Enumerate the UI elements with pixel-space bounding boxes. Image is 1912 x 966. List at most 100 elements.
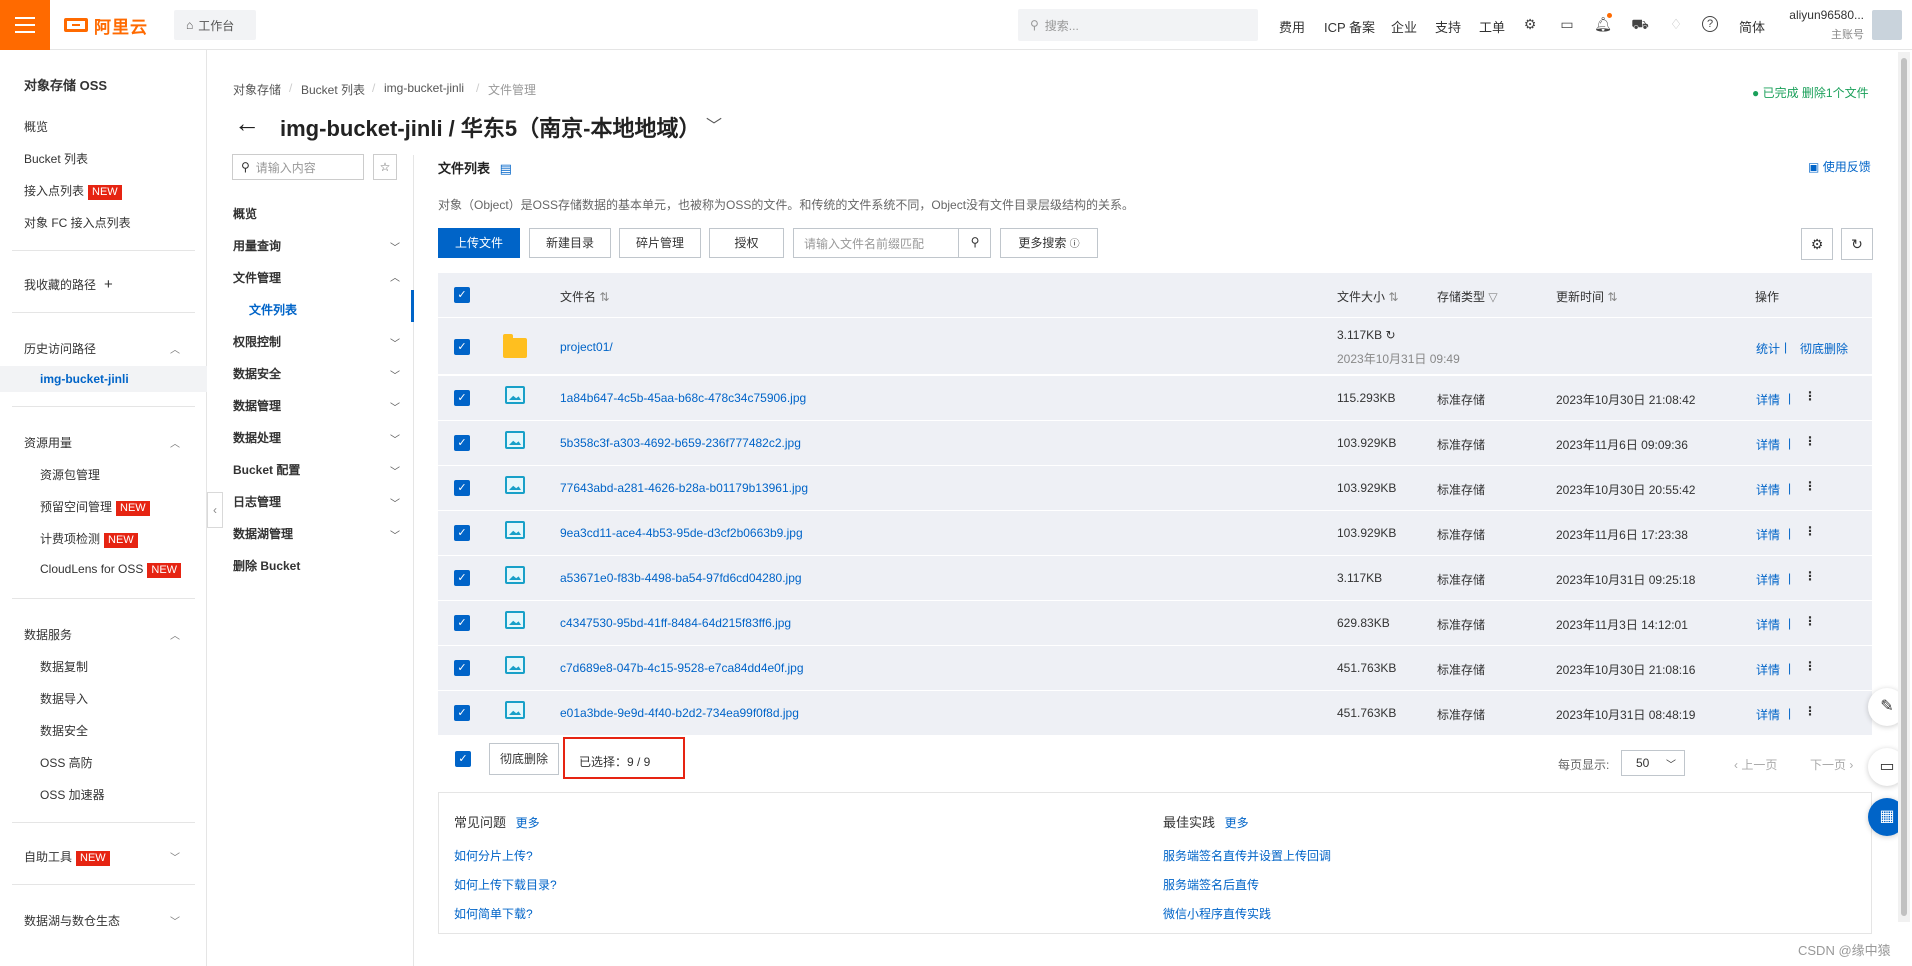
nav-ticket[interactable]: 工单 — [1479, 17, 1505, 36]
scrollbar-thumb[interactable] — [1901, 58, 1907, 916]
lightbulb-icon[interactable]: ♢ — [1667, 15, 1685, 33]
plus-icon[interactable]: + — [104, 276, 113, 293]
details-link[interactable]: 详情 — [1756, 481, 1780, 498]
permanent-delete-link[interactable]: 彻底删除 — [1800, 340, 1848, 357]
chevron-down-icon[interactable]: ﹀ — [390, 431, 400, 446]
sidebar-section-data-services[interactable]: 数据服务 — [24, 626, 72, 643]
help-icon[interactable]: ? — [1702, 16, 1718, 32]
scrollbar[interactable] — [1898, 52, 1910, 922]
chevron-down-icon[interactable]: ﹀ — [170, 849, 180, 864]
faq-link[interactable]: 如何简单下载? — [454, 905, 533, 922]
chevron-down-icon[interactable]: ﹀ — [390, 463, 400, 478]
chevron-up-icon[interactable]: ︿ — [170, 341, 180, 356]
avatar[interactable] — [1872, 10, 1902, 40]
sidebar-item-billing-check[interactable]: 计费项检测 NEW — [40, 530, 138, 548]
header-storage[interactable]: 存储类型 ▽ — [1437, 288, 1498, 305]
cloud-shell-icon[interactable]: ⚙ — [1521, 15, 1539, 33]
file-name[interactable]: e01a3bde-9e9d-4f40-b2d2-734ea99f0f8d.jpg — [560, 706, 799, 720]
subnav-file-mgmt[interactable]: 文件管理 — [233, 269, 281, 286]
sidebar-item-fc-access-points[interactable]: 对象 FC 接入点列表 — [24, 214, 131, 231]
row-checkbox[interactable]: ✓ — [454, 615, 470, 631]
file-name[interactable]: 5b358c3f-a303-4692-b659-236f777482c2.jpg — [560, 436, 801, 450]
more-icon[interactable]: ⋮ — [1804, 479, 1816, 493]
table-row[interactable]: ✓ 5b358c3f-a303-4692-b659-236f777482c2.jp… — [438, 421, 1872, 466]
history-item-img-bucket[interactable]: img-bucket-jinli — [40, 372, 129, 386]
subnav-data-security[interactable]: 数据安全 — [233, 365, 281, 382]
faq-link[interactable]: 如何上传下载目录? — [454, 876, 557, 893]
file-name[interactable]: 9ea3cd11-ace4-4b53-95de-d3cf2b0663b9.jpg — [560, 526, 803, 540]
file-name[interactable]: a53671e0-f83b-4498-ba54-97fd6cd04280.jpg — [560, 571, 802, 585]
subnav-data-processing[interactable]: 数据处理 — [233, 429, 281, 446]
details-link[interactable]: 详情 — [1756, 706, 1780, 723]
best-practice-link[interactable]: 微信小程序直传实践 — [1163, 905, 1271, 922]
sidebar-section-history[interactable]: 历史访问路径 — [24, 340, 96, 357]
sidebar-item-access-points[interactable]: 接入点列表 NEW — [24, 182, 122, 200]
breadcrumb-bucket[interactable]: img-bucket-jinli — [384, 81, 464, 95]
details-link[interactable]: 详情 — [1756, 436, 1780, 453]
row-checkbox[interactable]: ✓ — [454, 570, 470, 586]
file-name[interactable]: c4347530-95bd-41ff-8484-64d215f83ff6.jpg — [560, 616, 791, 630]
subnav-permissions[interactable]: 权限控制 — [233, 333, 281, 350]
subnav-search-input[interactable]: ⚲ 请输入内容 — [232, 154, 364, 180]
sidebar-item-bucket-list[interactable]: Bucket 列表 — [24, 150, 88, 167]
stats-link[interactable]: 统计 — [1756, 340, 1780, 357]
user-menu[interactable]: aliyun96580... 主账号 — [1784, 8, 1864, 42]
chevron-down-icon[interactable]: ﹀ — [390, 399, 400, 414]
subnav-datalake[interactable]: 数据湖管理 — [233, 525, 293, 542]
details-link[interactable]: 详情 — [1756, 661, 1780, 678]
sidebar-item-reserved-space[interactable]: 预留空间管理 NEW — [40, 498, 150, 516]
file-name[interactable]: 1a84b647-4c5b-45aa-b68c-478c34c75906.jpg — [560, 391, 806, 405]
refresh-icon[interactable]: ↻ — [1841, 228, 1873, 260]
search-icon[interactable]: ⚲ — [958, 228, 991, 258]
row-checkbox[interactable]: ✓ — [454, 660, 470, 676]
more-icon[interactable]: ⋮ — [1804, 524, 1816, 538]
chevron-down-icon[interactable]: ﹀ — [706, 112, 722, 136]
subnav-data-mgmt[interactable]: 数据管理 — [233, 397, 281, 414]
header-name[interactable]: 文件名 ⇅ — [560, 288, 609, 305]
more-icon[interactable]: ⋮ — [1804, 389, 1816, 403]
aliyun-logo[interactable]: 阿里云 — [64, 14, 148, 37]
row-checkbox[interactable]: ✓ — [454, 390, 470, 406]
sidebar-item-resource-packs[interactable]: 资源包管理 — [40, 466, 100, 483]
sort-icon[interactable]: ⇅ — [1388, 290, 1398, 304]
subnav-overview[interactable]: 概览 — [233, 205, 257, 222]
header-size[interactable]: 文件大小 ⇅ — [1337, 288, 1398, 305]
prev-page-button[interactable]: ‹ 上一页 — [1734, 756, 1777, 773]
sidebar-item-data-replication[interactable]: 数据复制 — [40, 658, 88, 675]
new-dir-button[interactable]: 新建目录 — [529, 228, 611, 258]
bulk-delete-button[interactable]: 彻底删除 — [489, 743, 559, 775]
chevron-down-icon[interactable]: ﹀ — [170, 913, 180, 928]
refresh-icon[interactable]: ↻ — [1386, 328, 1396, 342]
fragments-button[interactable]: 碎片管理 — [619, 228, 701, 258]
sidebar-section-resources[interactable]: 资源用量 — [24, 434, 72, 451]
global-search-input[interactable]: ⚲ 搜索... — [1018, 9, 1258, 41]
filter-icon[interactable]: ▽ — [1488, 290, 1497, 304]
language-switch[interactable]: 简体 — [1739, 17, 1765, 36]
sidebar-item-data-security[interactable]: 数据安全 — [40, 722, 88, 739]
row-checkbox[interactable]: ✓ — [454, 339, 470, 355]
nav-support[interactable]: 支持 — [1435, 17, 1461, 36]
best-practice-link[interactable]: 服务端签名直传并设置上传回调 — [1163, 847, 1331, 864]
table-row[interactable]: ✓ 77643abd-a281-4626-b28a-b01179b13961.jp… — [438, 466, 1872, 511]
star-icon[interactable]: ☆ — [373, 154, 397, 180]
per-page-select[interactable]: 50 ﹀ — [1621, 750, 1685, 776]
settings-icon[interactable]: ⚙ — [1801, 228, 1833, 260]
sidebar-item-cloudlens[interactable]: CloudLens for OSS NEW — [40, 562, 182, 578]
workbench-button[interactable]: ⌂ 工作台 — [174, 10, 256, 40]
sidebar-item-oss-accelerator[interactable]: OSS 加速器 — [40, 786, 105, 803]
sort-icon[interactable]: ⇅ — [1607, 290, 1617, 304]
row-checkbox[interactable]: ✓ — [454, 480, 470, 496]
select-all-checkbox[interactable]: ✓ — [454, 287, 470, 303]
more-icon[interactable]: ⋮ — [1804, 614, 1816, 628]
details-link[interactable]: 详情 — [1756, 571, 1780, 588]
more-icon[interactable]: ⋮ — [1804, 569, 1816, 583]
table-row[interactable]: ✓ a53671e0-f83b-4498-ba54-97fd6cd04280.jp… — [438, 556, 1872, 601]
details-link[interactable]: 详情 — [1756, 616, 1780, 633]
sidebar-item-favorites[interactable]: 我收藏的路径 + — [24, 276, 113, 293]
more-search-button[interactable]: 更多搜索 ⓘ — [1000, 228, 1098, 258]
folder-name[interactable]: project01/ — [560, 340, 613, 354]
terminal-icon[interactable]: ▭ — [1558, 15, 1576, 33]
chevron-up-icon[interactable]: ︿ — [170, 435, 180, 450]
table-row[interactable]: ✓ project01/ 3.117KB ↻ 2023年10月31日 09:49… — [438, 318, 1872, 375]
table-row[interactable]: ✓ c4347530-95bd-41ff-8484-64d215f83ff6.jp… — [438, 601, 1872, 646]
